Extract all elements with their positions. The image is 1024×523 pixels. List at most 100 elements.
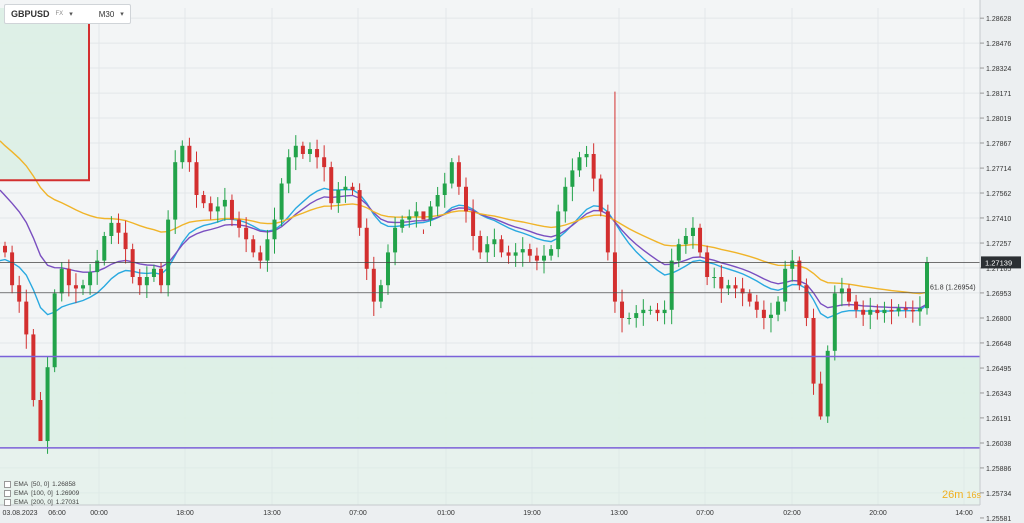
time-tick-label: 01:00 xyxy=(437,510,455,517)
candle-body xyxy=(584,153,589,158)
chevron-down-icon[interactable]: ▾ xyxy=(69,10,73,18)
candle-body xyxy=(783,268,788,302)
candle-body xyxy=(73,285,78,289)
time-tick-label: 19:00 xyxy=(523,510,541,517)
candle-body xyxy=(478,235,483,253)
candle-body xyxy=(414,211,419,217)
candle-body xyxy=(279,183,284,220)
candle-body xyxy=(605,211,610,253)
indicator-legend: EMA [50, 0] 1.26858 EMA [100, 0] 1.26909… xyxy=(4,480,79,507)
candle-body xyxy=(669,260,674,310)
candle-body xyxy=(761,309,766,319)
symbol-market: FX xyxy=(55,11,64,17)
candle-body xyxy=(371,268,376,302)
time-tick-label: 02:00 xyxy=(783,510,801,517)
candle-countdown: 26m 16s xyxy=(942,489,981,501)
price-tick-label: 1.25734 xyxy=(986,491,1011,498)
candle-body xyxy=(542,255,547,261)
candle-body xyxy=(421,211,426,220)
candle-body xyxy=(315,149,320,158)
chart-screen: 61.8 (1.26954) 1.28628 1.28476 1.28324 1.28… xyxy=(0,0,1024,523)
candle-body xyxy=(66,268,71,286)
candle-body xyxy=(641,309,646,314)
chevron-down-icon[interactable]: ▾ xyxy=(120,10,124,18)
candle-body xyxy=(428,206,433,220)
candle-body xyxy=(705,252,710,278)
candle-body xyxy=(577,157,582,171)
countdown-minutes: 26m xyxy=(942,489,964,501)
symbol-selector[interactable]: GBPUSD FX ▾ M30 ▾ xyxy=(4,4,131,24)
price-tick-label: 1.27867 xyxy=(986,141,1011,148)
candle-body xyxy=(130,249,135,278)
candle-body xyxy=(549,249,554,256)
candle-body xyxy=(31,334,36,401)
timeframe-label[interactable]: M30 xyxy=(99,10,115,19)
time-tick-label: 18:00 xyxy=(176,510,194,517)
candle-body xyxy=(378,285,383,302)
candle-body xyxy=(492,239,497,245)
candle-body xyxy=(896,308,901,312)
candle-body xyxy=(832,293,837,351)
candle-body xyxy=(875,309,880,314)
legend-row-ema100[interactable]: EMA [100, 0] 1.26909 xyxy=(4,489,79,498)
candle-body xyxy=(868,309,873,315)
candle-body xyxy=(917,308,922,312)
visibility-icon[interactable] xyxy=(4,490,11,497)
candle-body xyxy=(116,222,121,233)
candle-body xyxy=(123,232,128,250)
candle-body xyxy=(201,194,206,204)
legend-label: EMA xyxy=(14,490,29,497)
candle-body xyxy=(634,313,639,319)
candle-body xyxy=(10,252,15,286)
candle-body xyxy=(768,314,773,319)
candle-body xyxy=(754,301,759,310)
candle-body xyxy=(698,227,703,253)
price-tick-label: 1.28628 xyxy=(986,16,1011,23)
price-tick-label: 1.27257 xyxy=(986,241,1011,248)
candle-body xyxy=(286,157,291,184)
candle-body xyxy=(471,211,476,236)
candle-body xyxy=(258,252,263,261)
candle-body xyxy=(407,216,412,220)
candle-body xyxy=(499,239,504,253)
price-chart[interactable]: 61.8 (1.26954) 1.28628 1.28476 1.28324 1.28… xyxy=(0,0,1024,523)
candle-body xyxy=(520,249,525,253)
candle-body xyxy=(612,252,617,302)
visibility-icon[interactable] xyxy=(4,481,11,488)
candle-body xyxy=(173,162,178,220)
time-tick-label: 14:00 xyxy=(955,510,973,517)
price-tick-label: 1.28324 xyxy=(986,66,1011,73)
visibility-icon[interactable] xyxy=(4,499,11,506)
candle-body xyxy=(683,235,688,245)
candle-body xyxy=(237,219,242,228)
candle-body xyxy=(166,219,171,286)
price-tick-label: 1.27562 xyxy=(986,191,1011,198)
candle-body xyxy=(648,309,653,311)
candle-body xyxy=(804,285,809,319)
candle-body xyxy=(485,244,490,253)
candle-body xyxy=(194,162,199,195)
candle-body xyxy=(449,162,454,184)
candle-body xyxy=(251,239,256,253)
candle-body xyxy=(151,268,156,278)
candle-body xyxy=(811,318,816,384)
price-tick-label: 1.26343 xyxy=(986,391,1011,398)
candle-body xyxy=(726,285,731,289)
legend-label: EMA xyxy=(14,499,29,506)
candle-body xyxy=(882,309,887,314)
time-tick-label: 07:00 xyxy=(349,510,367,517)
candle-body xyxy=(910,309,915,312)
candle-body xyxy=(102,235,107,261)
candle-body xyxy=(797,260,802,286)
legend-value: 1.26909 xyxy=(55,490,80,497)
candle-body xyxy=(208,203,213,212)
legend-row-ema200[interactable]: EMA [200, 0] 1.27031 xyxy=(4,498,79,507)
candle-body xyxy=(59,268,64,294)
legend-row-ema50[interactable]: EMA [50, 0] 1.26858 xyxy=(4,480,79,489)
candle-body xyxy=(733,285,738,289)
candle-body xyxy=(790,260,795,269)
time-tick-label: 20:00 xyxy=(869,510,887,517)
candle-body xyxy=(322,157,327,168)
candle-body xyxy=(556,211,561,250)
candle-body xyxy=(229,199,234,220)
